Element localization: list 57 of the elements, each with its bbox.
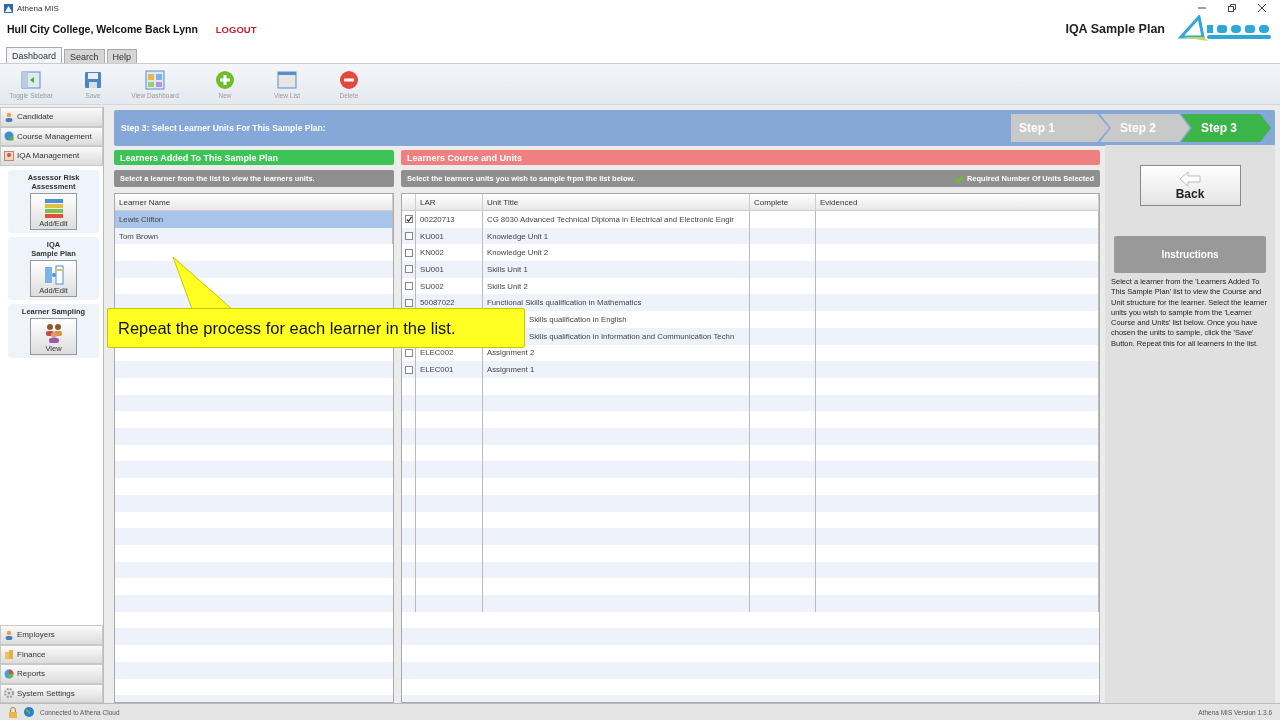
checkbox[interactable]	[405, 298, 413, 307]
column-header: Complete	[750, 194, 816, 210]
sidebar-item[interactable]: Employers	[0, 625, 103, 645]
plus-icon	[215, 69, 235, 90]
logout-link[interactable]: LOGOUT	[215, 23, 257, 35]
globe-icon	[4, 131, 14, 142]
arrow-left-icon	[1179, 170, 1201, 187]
back-button[interactable]: Back	[1139, 165, 1241, 206]
page-title: IQA Sample Plan	[1065, 22, 1165, 36]
step-indicator: Step 3	[1181, 114, 1271, 142]
save-icon	[83, 69, 103, 90]
globe-icon	[24, 707, 34, 717]
window-icon	[277, 69, 297, 90]
checkbox[interactable]	[405, 282, 413, 291]
checkbox[interactable]	[405, 248, 413, 257]
tab[interactable]: Search	[64, 49, 105, 63]
sidebar-item[interactable]: IQA Management	[0, 146, 103, 166]
sidebar-item[interactable]: Course Management	[0, 126, 103, 146]
welcome-text: Hull City College, Welcome Back Lynn	[7, 23, 198, 35]
tooltip-pointer	[172, 256, 234, 310]
coins-icon	[4, 649, 14, 660]
app-icon	[4, 3, 13, 13]
sidebar-icon	[21, 69, 41, 90]
checkbox[interactable]	[405, 365, 413, 374]
person-icon	[4, 629, 14, 640]
bars-icon	[43, 197, 64, 218]
chart-icon	[43, 264, 64, 285]
sidebar-item[interactable]: System Settings	[0, 683, 103, 703]
checkbox[interactable]	[405, 215, 413, 224]
lock-icon	[8, 706, 18, 718]
checkbox[interactable]	[405, 232, 413, 241]
tab[interactable]: Help	[106, 49, 138, 63]
section-title: Learners Added To This Sample Plan	[114, 150, 394, 165]
window-title: Athena MIS	[17, 3, 59, 13]
column-header: Evidenced	[816, 194, 1099, 210]
sidebar-item[interactable]: Finance	[0, 644, 103, 664]
column-header: Learner Name	[115, 194, 393, 210]
sidebar-item[interactable]: Reports	[0, 664, 103, 684]
column-header: Unit Title	[483, 194, 750, 210]
sidebar-item[interactable]: Candidate	[0, 107, 103, 127]
pie-chart-icon	[4, 668, 14, 679]
checkbox[interactable]	[405, 348, 413, 357]
column-header: LAR	[416, 194, 483, 210]
person-icon	[4, 111, 14, 122]
step-title: Step 3: Select Learner Units For This Sample Plan:	[121, 123, 326, 133]
gear-icon	[4, 688, 14, 699]
checkbox[interactable]	[405, 265, 413, 274]
minus-icon	[339, 69, 359, 90]
dashboard-icon	[145, 69, 165, 90]
instructions-title: Instructions	[1114, 236, 1266, 273]
section-title: Learners Course and Units	[401, 150, 1100, 165]
check-icon	[953, 174, 964, 183]
close-icon[interactable]	[1258, 4, 1266, 12]
tab[interactable]: Dashboard	[6, 47, 63, 63]
logo-icon	[1177, 15, 1273, 43]
restore-icon[interactable]	[1228, 4, 1236, 12]
minimize-icon[interactable]	[1198, 4, 1206, 12]
